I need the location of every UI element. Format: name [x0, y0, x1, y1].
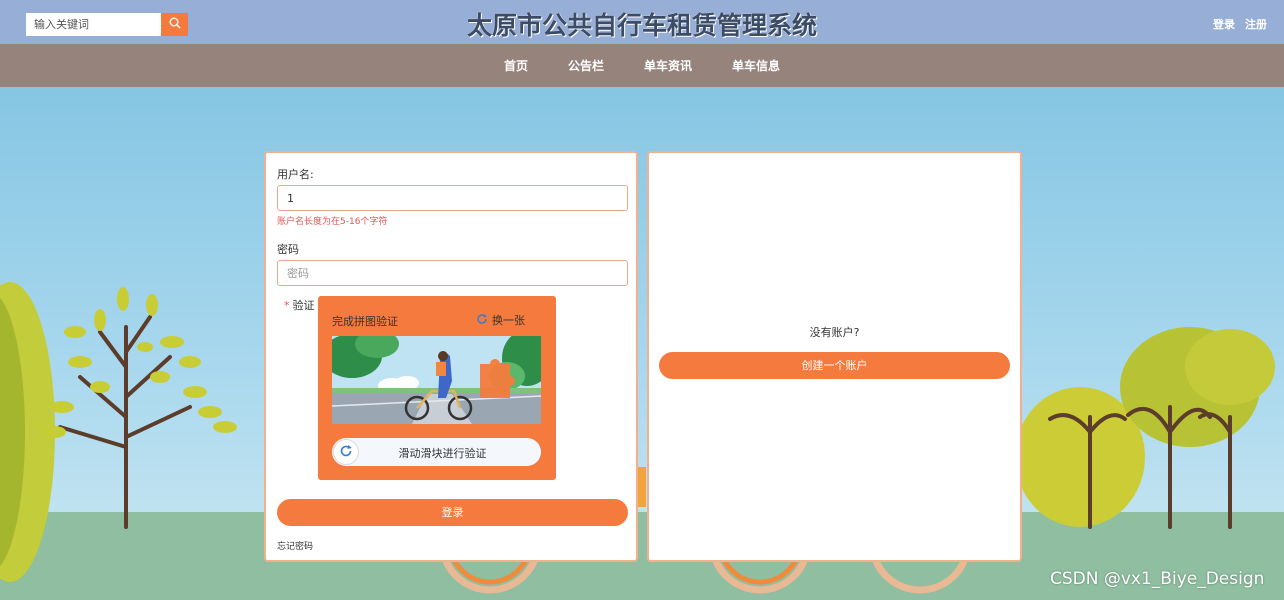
- forgot-password-link[interactable]: 忘记密码: [277, 539, 313, 552]
- refresh-icon: [476, 313, 488, 328]
- login-submit-button[interactable]: 登录: [277, 499, 628, 526]
- password-label: 密码: [277, 243, 299, 256]
- captcha-label-text: 验证: [292, 299, 315, 312]
- top-bar: 太原市公共自行车租赁管理系统 登录 注册: [0, 0, 1284, 44]
- background-illustration: [0, 282, 1275, 594]
- no-account-prompt: 没有账户?: [809, 326, 860, 339]
- required-mark: *: [284, 299, 290, 312]
- username-label: 用户名:: [277, 168, 314, 181]
- password-input[interactable]: [277, 260, 628, 286]
- watermark: CSDN @vx1_Biye_Design: [1050, 569, 1265, 589]
- captcha-slider-text: 滑动滑块进行验证: [398, 447, 487, 460]
- captcha-slider-handle[interactable]: [333, 439, 359, 465]
- main-nav: 首页 公告栏 单车资讯 单车信息: [0, 44, 1284, 87]
- login-link[interactable]: 登录: [1213, 16, 1235, 32]
- create-account-button[interactable]: 创建一个账户: [659, 352, 1010, 379]
- nav-item-notice-board[interactable]: 公告栏: [548, 57, 624, 74]
- login-card: 用户名: 账户名长度为在5-16个字符 密码 *验证 完成拼图验证 换一张: [264, 151, 638, 562]
- nav-item-bike-news[interactable]: 单车资讯: [624, 57, 712, 74]
- account-links: 登录 注册: [1213, 16, 1267, 32]
- nav-item-home[interactable]: 首页: [484, 57, 548, 74]
- username-error: 账户名长度为在5-16个字符: [277, 217, 388, 227]
- username-input[interactable]: [277, 185, 628, 211]
- register-card: 没有账户? 创建一个账户: [647, 151, 1022, 562]
- captcha-title: 完成拼图验证: [332, 315, 398, 328]
- captcha-panel: 完成拼图验证 换一张 滑动滑块进行验证: [318, 296, 556, 480]
- captcha-refresh-button[interactable]: 换一张: [476, 312, 525, 328]
- refresh-icon: [339, 444, 353, 461]
- captcha-refresh-label: 换一张: [492, 314, 525, 327]
- nav-item-bike-info[interactable]: 单车信息: [712, 57, 800, 74]
- register-link[interactable]: 注册: [1245, 16, 1267, 32]
- site-title: 太原市公共自行车租赁管理系统: [466, 11, 817, 40]
- captcha-label: * 验证: [284, 297, 315, 313]
- captcha-slider: 滑动滑块进行验证: [332, 438, 541, 466]
- captcha-puzzle-image: [332, 336, 541, 424]
- background-scene: [0, 87, 1284, 600]
